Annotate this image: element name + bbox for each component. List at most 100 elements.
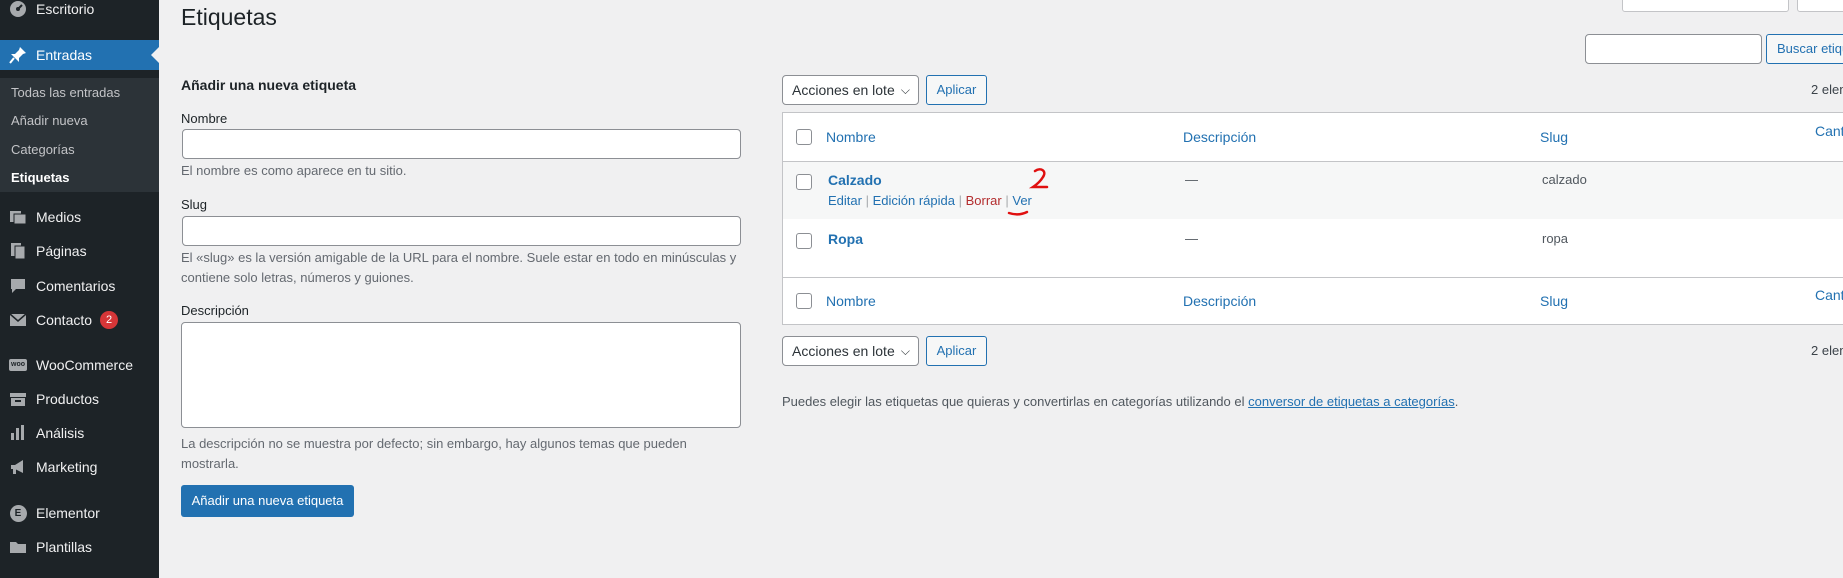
search-input[interactable] bbox=[1585, 34, 1762, 64]
sidebar-item-label: Análisis bbox=[36, 425, 85, 441]
separator: | bbox=[958, 193, 966, 208]
tag-description: — bbox=[1185, 231, 1198, 246]
bulk-actions-value: Acciones en lote bbox=[792, 343, 895, 359]
column-header-descripcion[interactable]: Descripción bbox=[1183, 129, 1256, 145]
apply-button-bottom[interactable]: Aplicar bbox=[926, 336, 987, 366]
add-tag-button[interactable]: Añadir una nueva etiqueta bbox=[181, 485, 354, 517]
chevron-down-icon: ⌵ bbox=[900, 344, 910, 358]
apply-button[interactable]: Aplicar bbox=[926, 75, 987, 105]
edit-link[interactable]: Editar bbox=[828, 193, 862, 208]
submenu-item-etiquetas[interactable]: Etiquetas bbox=[11, 170, 70, 185]
elementor-icon: E bbox=[9, 504, 27, 522]
sidebar-submenu: Todas las entradas Añadir nueva Categorí… bbox=[0, 78, 159, 192]
admin-sidebar: Escritorio Entradas Todas las entradas A… bbox=[0, 0, 159, 578]
sidebar-item-entradas[interactable]: Entradas bbox=[0, 40, 159, 70]
sidebar-item-label: Productos bbox=[36, 391, 100, 407]
description-hint-line1: La descripción no se muestra por defecto… bbox=[181, 436, 687, 451]
select-all-checkbox[interactable] bbox=[796, 129, 812, 145]
sidebar-item-plantillas[interactable]: Plantillas bbox=[0, 532, 159, 562]
tag-slug: calzado bbox=[1542, 172, 1587, 187]
woo-icon: woo bbox=[9, 359, 27, 371]
form-title: Añadir una nueva etiqueta bbox=[181, 77, 357, 93]
description-label: Descripción bbox=[181, 303, 249, 318]
tag-name-link[interactable]: Ropa bbox=[828, 231, 863, 247]
sidebar-item-label: Páginas bbox=[36, 243, 87, 259]
search-button[interactable]: Buscar etiquetas bbox=[1766, 34, 1843, 64]
page-title: Etiquetas bbox=[181, 4, 277, 30]
tag-converter-info: Puedes elegir las etiquetas que quieras … bbox=[782, 394, 1458, 409]
name-field[interactable] bbox=[182, 129, 741, 159]
sidebar-item-label: Medios bbox=[36, 209, 82, 225]
chevron-down-icon: ⌵ bbox=[900, 83, 910, 97]
info-text: Puedes elegir las etiquetas que quieras … bbox=[782, 394, 1249, 409]
delete-link[interactable]: Borrar bbox=[966, 193, 1002, 208]
description-textarea[interactable] bbox=[181, 322, 741, 428]
name-label: Nombre bbox=[181, 111, 228, 126]
items-count: 2 elementos bbox=[1811, 82, 1843, 97]
description-hint-line2: mostrarla. bbox=[181, 456, 239, 471]
table-row: Ropa — ropa bbox=[783, 219, 1843, 276]
column-header-nombre[interactable]: Nombre bbox=[826, 129, 876, 145]
sidebar-item-productos[interactable]: Productos bbox=[0, 384, 159, 414]
sidebar-item-label: Elementor bbox=[36, 505, 100, 521]
sidebar-item-label: WooCommerce bbox=[36, 357, 133, 373]
sidebar-item-paginas[interactable]: Páginas bbox=[0, 236, 159, 266]
row-checkbox[interactable] bbox=[796, 174, 812, 190]
slug-hint-line2: contiene solo letras, números y guiones. bbox=[181, 270, 414, 285]
tag-converter-link[interactable]: conversor de etiquetas a categorías bbox=[1248, 394, 1455, 409]
sidebar-item-label: Marketing bbox=[36, 459, 98, 475]
items-count-bottom: 2 elementos bbox=[1811, 343, 1843, 358]
quick-edit-link[interactable]: Edición rápida bbox=[873, 193, 955, 208]
table-row: Calzado — calzado Editar | Edición rápid… bbox=[783, 162, 1843, 219]
sidebar-item-label: Contacto bbox=[36, 312, 93, 328]
submenu-item-todas[interactable]: Todas las entradas bbox=[11, 85, 120, 100]
column-header-slug[interactable]: Slug bbox=[1540, 129, 1568, 145]
sidebar-item-label: Plantillas bbox=[36, 539, 93, 555]
tags-table: Nombre Descripción Slug Cantidad Calzado… bbox=[782, 112, 1843, 325]
sidebar-item-medios[interactable]: Medios bbox=[0, 202, 159, 232]
tag-description: — bbox=[1185, 172, 1198, 187]
submenu-item-categorias[interactable]: Categorías bbox=[11, 142, 75, 157]
separator: | bbox=[865, 193, 873, 208]
sidebar-item-escritorio[interactable]: Escritorio bbox=[0, 0, 159, 24]
bulk-actions-value: Acciones en lote bbox=[792, 82, 895, 98]
column-footer-slug[interactable]: Slug bbox=[1540, 293, 1568, 309]
sidebar-item-comentarios[interactable]: Comentarios bbox=[0, 271, 159, 301]
sidebar-item-marketing[interactable]: Marketing bbox=[0, 452, 159, 482]
column-footer-descripcion[interactable]: Descripción bbox=[1183, 293, 1256, 309]
sidebar-item-analisis[interactable]: Análisis bbox=[0, 418, 159, 448]
sidebar-item-label: Entradas bbox=[36, 47, 93, 63]
column-header-cantidad[interactable]: Cantidad bbox=[1815, 123, 1843, 139]
column-footer-cantidad[interactable]: Cantidad bbox=[1815, 287, 1843, 303]
screen-options-button[interactable] bbox=[1622, 0, 1789, 12]
sidebar-item-label: Comentarios bbox=[36, 278, 116, 294]
sidebar-item-elementor[interactable]: E Elementor bbox=[0, 498, 159, 528]
tag-name-link[interactable]: Calzado bbox=[828, 172, 882, 188]
archive-icon bbox=[0, 390, 36, 408]
table-footer: Nombre Descripción Slug Cantidad bbox=[783, 277, 1843, 325]
slug-hint-line1: El «slug» es la versión amigable de la U… bbox=[181, 250, 737, 265]
row-checkbox[interactable] bbox=[796, 233, 812, 249]
select-all-checkbox-footer[interactable] bbox=[796, 293, 812, 309]
chart-bar-icon bbox=[0, 424, 36, 442]
sidebar-item-contacto[interactable]: Contacto 2 bbox=[0, 305, 159, 335]
sidebar-item-woocommerce[interactable]: woo WooCommerce bbox=[0, 350, 159, 380]
column-footer-nombre[interactable]: Nombre bbox=[826, 293, 876, 309]
help-button[interactable] bbox=[1797, 0, 1843, 12]
sidebar-item-label: Escritorio bbox=[36, 1, 95, 17]
info-end: . bbox=[1454, 394, 1459, 409]
media-icon bbox=[0, 208, 36, 226]
slug-label: Slug bbox=[181, 197, 208, 212]
folder-icon bbox=[0, 538, 36, 556]
pages-icon bbox=[0, 242, 36, 260]
dashboard-icon bbox=[0, 0, 36, 18]
row-actions: Editar | Edición rápida | Borrar | Ver bbox=[828, 193, 1032, 208]
submenu-item-anadir[interactable]: Añadir nueva bbox=[11, 113, 88, 128]
bulk-actions-select-bottom[interactable]: Acciones en lote ⌵ bbox=[782, 336, 919, 366]
table-header: Nombre Descripción Slug Cantidad bbox=[783, 113, 1843, 162]
comment-icon bbox=[0, 277, 36, 295]
slug-field[interactable] bbox=[182, 216, 741, 246]
bulk-actions-select[interactable]: Acciones en lote ⌵ bbox=[782, 75, 919, 105]
mail-icon bbox=[0, 311, 36, 329]
megaphone-icon bbox=[0, 458, 36, 476]
